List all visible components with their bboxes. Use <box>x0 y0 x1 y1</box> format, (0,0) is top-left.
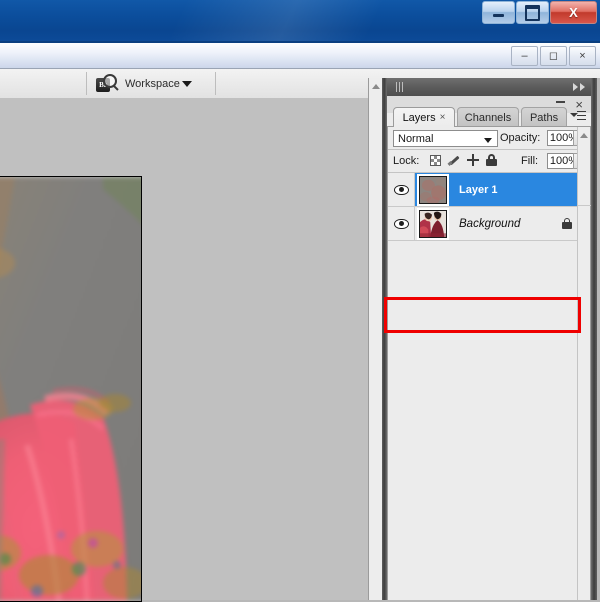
tab-channels[interactable]: Channels <box>457 107 519 127</box>
canvas-workspace[interactable] <box>0 98 368 602</box>
tab-paths[interactable]: Paths <box>521 107 567 127</box>
tab-layers[interactable]: Layers × <box>393 107 455 127</box>
dock-left-scrollbar[interactable] <box>368 78 383 600</box>
workspace-group: Br Workspace <box>96 69 192 98</box>
panel-dock: × Layers × Channels Paths Normal Opacity… <box>384 78 591 600</box>
lock-image-brush-icon[interactable] <box>447 154 460 166</box>
document-canvas[interactable] <box>0 176 142 602</box>
close-icon: X <box>569 5 578 20</box>
application-menu-bar: – ◻ × <box>0 43 600 69</box>
layers-list: Layer 1 Background <box>388 173 590 241</box>
background-thumbnail[interactable] <box>417 207 449 240</box>
drag-grip-icon[interactable] <box>396 82 406 92</box>
options-separator-left <box>86 72 87 95</box>
eye-visibility-icon <box>393 184 409 195</box>
table-row[interactable]: Background <box>388 207 590 241</box>
window-minimize-button[interactable] <box>482 1 515 24</box>
tab-paths-label: Paths <box>529 111 559 124</box>
photoshop-window: X – ◻ × Br Workspace × Layers × Channels… <box>0 0 600 602</box>
lock-position-move-icon[interactable] <box>467 154 479 166</box>
double-chevron-right-icon[interactable] <box>573 83 585 91</box>
doc-minimize-button[interactable]: – <box>511 46 538 66</box>
layer-name-label: Background <box>459 217 521 230</box>
blend-opacity-row: Normal Opacity: 100% <box>388 127 590 149</box>
doc-restore-button[interactable]: ◻ <box>540 46 567 66</box>
panel-tabs: Layers × Channels Paths <box>387 107 591 127</box>
canvas-image <box>0 177 141 601</box>
scroll-up-arrow-icon[interactable] <box>580 133 588 138</box>
document-window-controls: – ◻ × <box>509 46 596 66</box>
layer-thumbnail-image <box>420 176 446 203</box>
lock-all-padlock-icon[interactable] <box>486 154 497 166</box>
layer-visibility-toggle[interactable] <box>388 173 415 206</box>
panel-menu-icon[interactable] <box>570 109 586 123</box>
layers-panel-scrollbar[interactable] <box>577 127 591 600</box>
tab-layers-label: Layers <box>402 111 436 124</box>
annotation-highlight-box <box>384 297 581 333</box>
doc-minimize-icon: – <box>521 49 528 62</box>
window-maximize-button[interactable] <box>516 1 549 24</box>
doc-restore-icon: ◻ <box>548 49 559 62</box>
background-thumbnail-image <box>420 210 446 237</box>
blend-mode-select[interactable]: Normal <box>393 130 498 147</box>
workspace-menu-button[interactable]: Workspace <box>125 78 192 90</box>
doc-close-icon: × <box>579 49 586 62</box>
layers-panel-body: Normal Opacity: 100% Lock: Fill: 100% La… <box>384 127 591 600</box>
maximize-icon <box>525 4 540 21</box>
panel-minimize-button[interactable] <box>556 101 565 103</box>
fill-label: Fill: <box>521 155 539 167</box>
opacity-label: Opacity: <box>500 132 541 144</box>
lock-buttons <box>430 154 497 166</box>
window-close-button[interactable]: X <box>550 1 597 24</box>
layer-visibility-toggle[interactable] <box>388 207 415 240</box>
layer-name-label: Layer 1 <box>459 183 498 196</box>
workspace-label: Workspace <box>125 77 180 90</box>
options-separator-right <box>215 72 216 95</box>
magnifier-handle-icon <box>112 84 119 91</box>
padlock-icon <box>562 218 572 229</box>
bridge-br-icon[interactable]: Br <box>96 74 119 93</box>
chevron-down-icon <box>484 138 492 143</box>
eye-visibility-icon <box>393 218 409 229</box>
scrollbar-tick <box>578 205 591 206</box>
table-row[interactable]: Layer 1 <box>388 173 590 207</box>
minimize-icon <box>493 14 504 17</box>
layer-thumbnail[interactable] <box>417 173 449 206</box>
os-title-bar: X <box>0 0 600 43</box>
window-controls: X <box>481 1 597 24</box>
tab-channels-label: Channels <box>464 111 512 124</box>
doc-close-button[interactable]: × <box>569 46 596 66</box>
blend-mode-value: Normal <box>398 132 434 145</box>
dock-header[interactable] <box>387 78 591 96</box>
tab-layers-close-icon[interactable]: × <box>440 112 446 123</box>
lock-transparency-icon[interactable] <box>430 154 441 166</box>
scroll-up-arrow-icon[interactable] <box>372 84 380 89</box>
lock-fill-row: Lock: Fill: 100% <box>388 150 590 172</box>
chevron-down-icon <box>181 80 192 87</box>
lock-label: Lock: <box>393 155 420 167</box>
